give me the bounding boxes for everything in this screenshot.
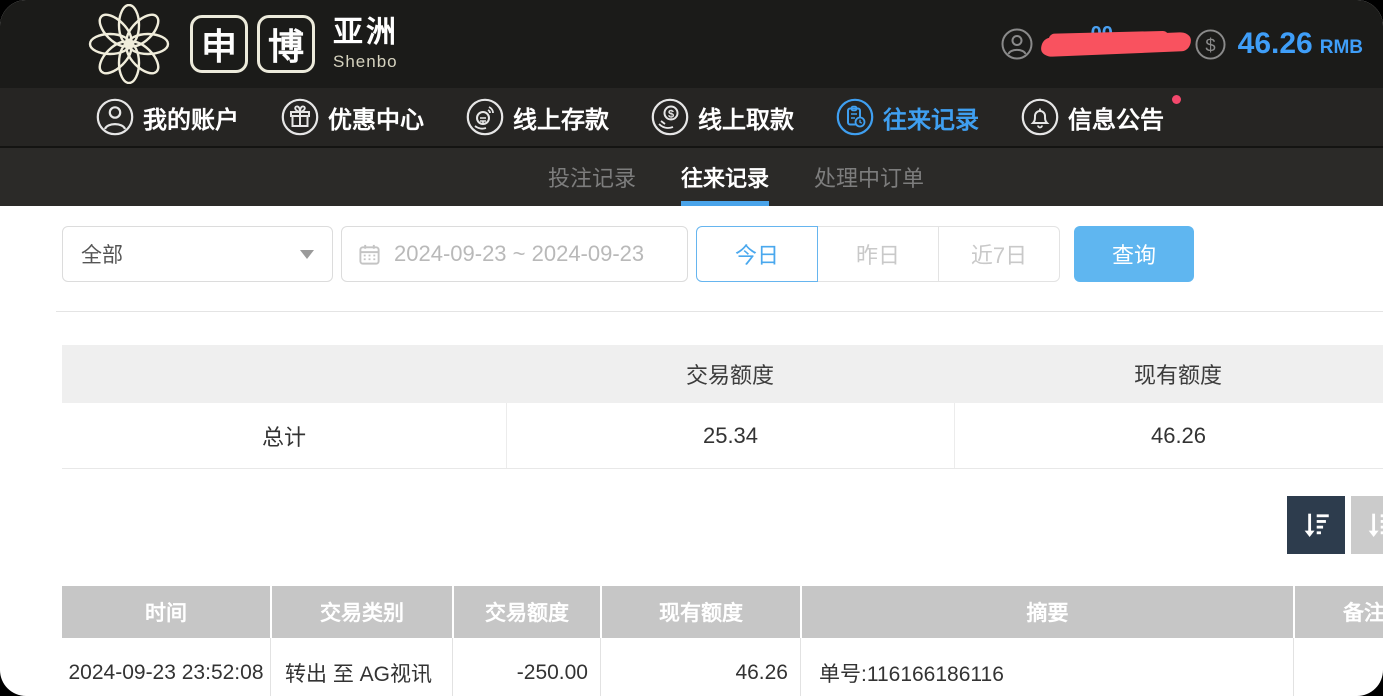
brand-region-text: 亚洲: [333, 18, 399, 48]
date-range-input[interactable]: 2024-09-23 ~ 2024-09-23: [341, 226, 688, 282]
nav-item-promotions[interactable]: 优惠中心: [281, 98, 424, 136]
main-nav: 我的账户 优惠中心 线上存款: [0, 88, 1383, 148]
brand-name-boxes: 申 博: [190, 15, 315, 73]
flower-logo-icon: [86, 4, 172, 84]
quick-range-group: 今日 昨日 近7日: [696, 226, 1060, 282]
nav-item-label: 优惠中心: [328, 100, 424, 135]
nav-item-label: 线上存款: [513, 100, 609, 135]
search-button[interactable]: 查询: [1074, 226, 1194, 282]
summary-header-empty: [62, 345, 506, 403]
nav-item-label: 线上取款: [698, 100, 794, 135]
record-note: [1293, 638, 1383, 696]
quick-range-today[interactable]: 今日: [696, 226, 818, 282]
svg-text:$: $: [668, 109, 674, 121]
brand-subtitle: Shenbo: [333, 53, 399, 70]
chevron-down-icon: [300, 250, 314, 259]
nav-item-transactions[interactable]: 往来记录: [836, 98, 979, 136]
sub-nav: 投注记录 往来记录 处理中订单: [0, 148, 1383, 206]
nav-item-label: 信息公告: [1068, 100, 1164, 135]
tab-betting-records[interactable]: 投注记录: [548, 148, 636, 206]
type-select[interactable]: 全部: [62, 226, 333, 282]
svg-text:$: $: [1205, 34, 1215, 55]
transaction-record-icon: [836, 98, 874, 136]
deposit-hand-coin-icon: [466, 98, 504, 136]
records-header-time: 时间: [62, 586, 270, 638]
tab-transaction-records[interactable]: 往来记录: [681, 148, 769, 206]
calendar-icon: [358, 243, 381, 266]
nav-item-withdraw[interactable]: $ 线上取款: [651, 98, 794, 136]
type-select-value: 全部: [81, 239, 123, 269]
record-type: 转出 至 AG视讯: [270, 638, 452, 696]
summary-header-balance: 现有额度: [954, 345, 1383, 403]
summary-table-header: 交易额度 现有额度: [62, 345, 1383, 403]
records-header-summary: 摘要: [800, 586, 1293, 638]
gift-icon: [281, 98, 319, 136]
sort-ascending-button[interactable]: [1351, 496, 1383, 554]
record-balance: 46.26: [600, 638, 800, 696]
brand-region: 亚洲 Shenbo: [333, 18, 399, 70]
summary-balance-value: 46.26: [954, 403, 1383, 468]
account-area: 00 $ 46.26 RMB: [1001, 23, 1363, 65]
app-window: 申 博 亚洲 Shenbo 00 $ 46.26 RMB: [0, 0, 1383, 696]
nav-item-label: 往来记录: [883, 100, 979, 135]
sort-controls: [0, 496, 1383, 554]
user-circle-icon: [96, 98, 134, 136]
summary-table-row: 总计 25.34 46.26: [62, 403, 1383, 469]
redaction-scribble: [1040, 32, 1191, 57]
notification-dot: [1172, 95, 1181, 104]
balance-currency: RMB: [1320, 30, 1363, 59]
section-divider: [56, 311, 1383, 312]
quick-range-last7days[interactable]: 近7日: [938, 226, 1060, 282]
nav-item-deposit[interactable]: 线上存款: [466, 98, 609, 136]
brand-char-2: 博: [257, 15, 315, 73]
tab-pending-orders[interactable]: 处理中订单: [814, 148, 924, 206]
record-summary: 单号:116166186116: [800, 638, 1293, 696]
summary-table: 交易额度 现有额度 总计 25.34 46.26: [62, 345, 1383, 469]
summary-header-trade-amount: 交易额度: [506, 345, 954, 403]
records-header-note: 备注: [1293, 586, 1383, 638]
nav-item-my-account[interactable]: 我的账户: [96, 98, 239, 136]
withdraw-hand-dollar-icon: $: [651, 98, 689, 136]
sort-amount-desc-icon: [1363, 508, 1383, 542]
records-header-balance: 现有额度: [600, 586, 800, 638]
brand-logo[interactable]: 申 博 亚洲 Shenbo: [86, 4, 399, 84]
records-table: 时间 交易类别 交易额度 现有额度 摘要 备注 2024-09-23 23:52…: [62, 586, 1383, 696]
filter-row: 全部 2024-09-23 ~ 2024-09-23 今日 昨日 近7日 查询: [62, 226, 1383, 282]
nav-item-label: 我的账户: [143, 100, 239, 135]
user-circle-icon[interactable]: [1001, 28, 1033, 60]
date-range-value: 2024-09-23 ~ 2024-09-23: [394, 241, 644, 267]
quick-range-yesterday[interactable]: 昨日: [817, 226, 939, 282]
record-time: 2024-09-23 23:52:08: [62, 638, 270, 696]
nav-item-announcements[interactable]: 信息公告: [1021, 98, 1164, 136]
summary-trade-amount-value: 25.34: [506, 403, 954, 468]
summary-total-label: 总计: [62, 403, 506, 468]
table-row: 2024-09-23 23:52:08 转出 至 AG视讯 -250.00 46…: [62, 638, 1383, 696]
record-amount: -250.00: [452, 638, 600, 696]
top-header: 申 博 亚洲 Shenbo 00 $ 46.26 RMB: [0, 0, 1383, 88]
masked-username[interactable]: 00: [1039, 23, 1195, 65]
records-table-header: 时间 交易类别 交易额度 现有额度 摘要 备注: [62, 586, 1383, 638]
dollar-circle-icon[interactable]: $: [1195, 29, 1226, 60]
balance-amount: 46.26: [1238, 27, 1313, 61]
records-header-amount: 交易额度: [452, 586, 600, 638]
records-header-type: 交易类别: [270, 586, 452, 638]
sort-descending-button[interactable]: [1287, 496, 1345, 554]
brand-char-1: 申: [190, 15, 248, 73]
bell-icon: [1021, 98, 1059, 136]
sort-amount-desc-icon: [1299, 508, 1333, 542]
